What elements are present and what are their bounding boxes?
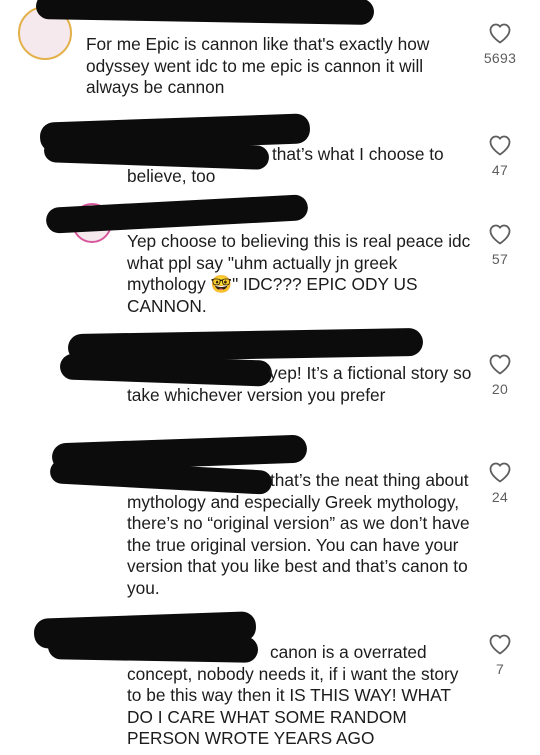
heart-outline-icon[interactable] — [482, 134, 518, 156]
like-button[interactable]: 5693 — [474, 22, 526, 66]
redacted-username — [45, 194, 309, 234]
reply-item: that’s what I choose to believe, too 47 — [0, 110, 540, 195]
comment-text: For me Epic is cannon like that's exactl… — [86, 34, 430, 97]
like-count: 24 — [491, 489, 509, 505]
like-count: 5693 — [483, 50, 517, 66]
heart-outline-icon[interactable] — [482, 353, 518, 375]
like-count: 7 — [495, 661, 505, 677]
comment-text: Yep choose to believing this is real pea… — [127, 231, 471, 316]
comment-item: For me Epic is cannon like that's exactl… — [0, 0, 540, 110]
heart-outline-icon[interactable] — [482, 633, 518, 655]
like-count: 47 — [491, 162, 509, 178]
heart-outline-icon[interactable] — [482, 461, 518, 483]
reply-item: Yep choose to believing this is real pea… — [0, 194, 540, 325]
redacted-username — [35, 0, 375, 25]
like-count: 57 — [491, 251, 509, 267]
like-button[interactable]: 57 — [482, 223, 518, 267]
comment-text: yep! It’s a fictional story so take whic… — [127, 363, 472, 406]
reply-item: yep! It’s a fictional story so take whic… — [0, 325, 540, 435]
comment-text: that’s what I choose to believe, too — [127, 144, 472, 187]
like-button[interactable]: 20 — [482, 353, 518, 397]
reply-text: that’s what I choose to believe, too — [127, 144, 444, 186]
reply-text: canon is a overrated concept, nobody nee… — [127, 642, 459, 748]
reply-item: canon is a overrated concept, nobody nee… — [0, 605, 540, 755]
like-button[interactable]: 24 — [482, 461, 518, 505]
heart-outline-icon[interactable] — [482, 223, 518, 245]
heart-outline-icon[interactable] — [474, 22, 526, 44]
reply-text: that’s the neat thing about mythology an… — [127, 470, 470, 598]
comment-text: canon is a overrated concept, nobody nee… — [127, 642, 472, 750]
reply-item: that’s the neat thing about mythology an… — [0, 434, 540, 605]
comment-text: that’s the neat thing about mythology an… — [127, 470, 472, 599]
like-button[interactable]: 7 — [482, 633, 518, 677]
reply-text: yep! It’s a fictional story so take whic… — [127, 363, 472, 405]
like-count: 20 — [491, 381, 509, 397]
like-button[interactable]: 47 — [482, 134, 518, 178]
